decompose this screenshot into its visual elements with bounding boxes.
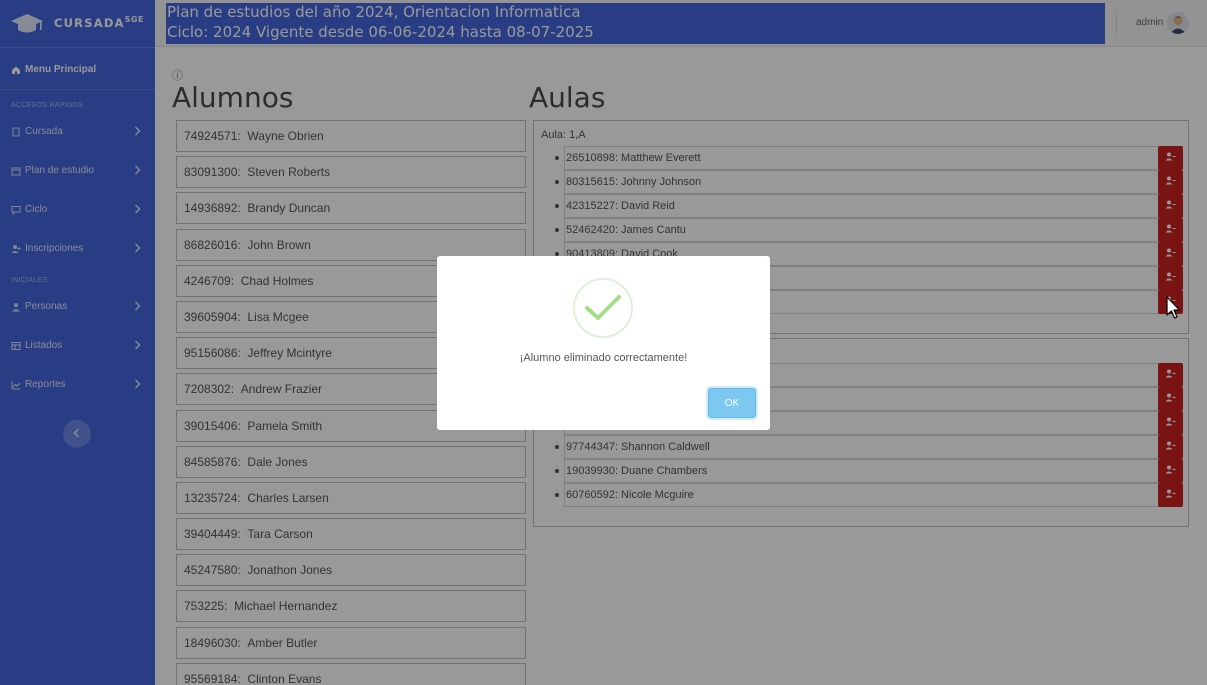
dialog-message: ¡Alumno eliminado correctamente! bbox=[519, 352, 688, 364]
ok-button[interactable]: OK bbox=[708, 388, 756, 418]
mouse-cursor-icon bbox=[1165, 296, 1181, 320]
success-dialog: ¡Alumno eliminado correctamente! OK bbox=[437, 256, 770, 430]
success-check-icon bbox=[573, 278, 633, 338]
